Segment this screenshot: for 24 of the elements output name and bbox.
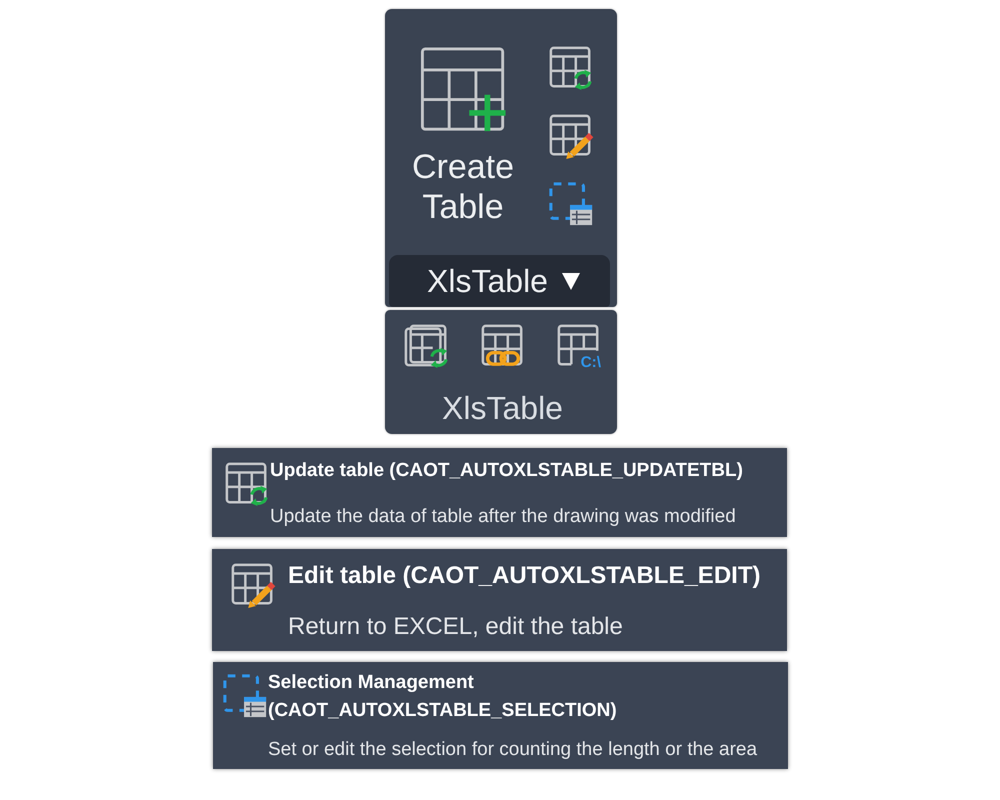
tooltip-title: Selection Management (CAOT_AUTOXLSTABLE_SELECTION) <box>268 671 618 723</box>
dashed-selection-table-icon <box>222 673 268 719</box>
tooltip-title: Update table (CAOT_AUTOXLSTABLE_UPDATETBL) <box>270 459 744 483</box>
tooltip-title: Edit table (CAOT_AUTOXLSTABLE_EDIT) <box>288 561 762 591</box>
table-refresh-icon <box>548 44 594 90</box>
selection-management-button[interactable] <box>547 180 594 227</box>
tooltip-description: Update the data of table after the drawing was modified <box>270 505 737 529</box>
update-table-button[interactable] <box>547 44 594 91</box>
tooltip-description: Set or edit the selection for counting the length or the area <box>268 738 758 762</box>
caret-icon <box>562 272 580 290</box>
panel-title: XlsTable <box>442 390 563 426</box>
table-chain-link-icon <box>480 322 526 368</box>
table-refresh-icon <box>224 461 270 507</box>
table-pencil-icon <box>230 562 276 608</box>
update-all-tables-button[interactable] <box>403 322 450 369</box>
edit-table-button[interactable] <box>547 112 594 159</box>
table-pencil-icon <box>548 112 594 158</box>
stacked-tables-refresh-icon <box>404 322 450 368</box>
table-plus-icon <box>420 47 506 133</box>
tooltip-description: Return to EXCEL, edit the table <box>288 612 624 642</box>
drive-path-text: C:\ <box>580 354 601 368</box>
dashed-selection-table-icon <box>548 180 594 226</box>
panel-dropdown-button[interactable]: XlsTable <box>389 255 610 307</box>
create-table-button[interactable]: Create Table <box>401 47 525 227</box>
